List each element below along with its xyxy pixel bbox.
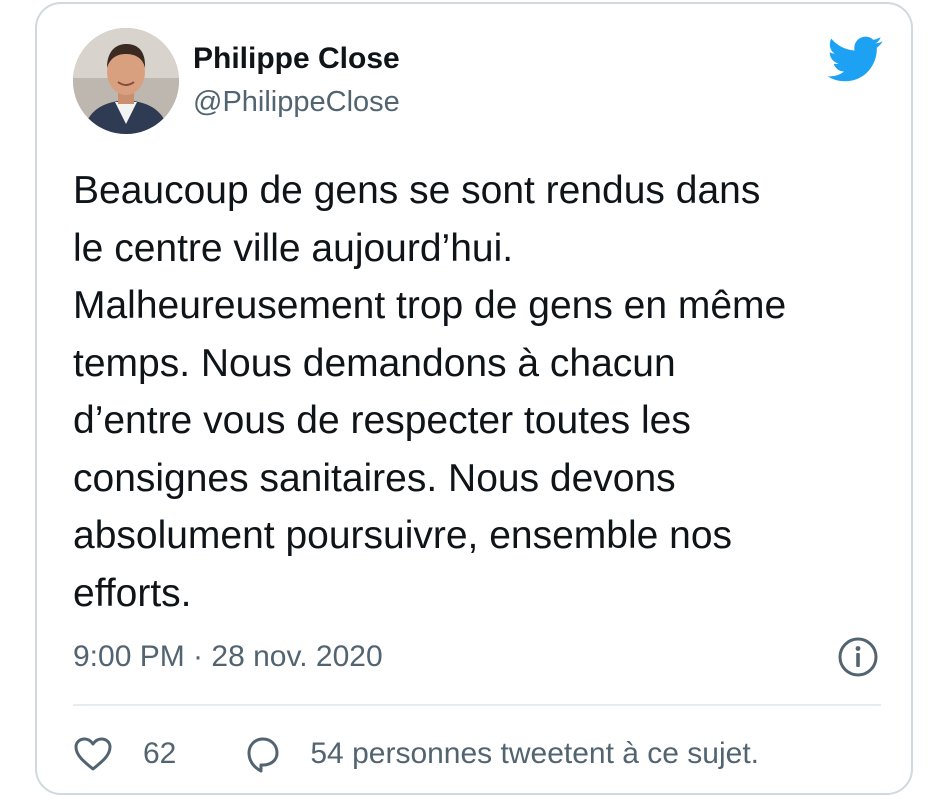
author-name[interactable]: Philippe Close xyxy=(193,42,400,76)
replies-summary: 54 personnes tweetent à ce sujet. xyxy=(310,737,759,770)
tweet-timestamp[interactable]: 9:00 PM · 28 nov. 2020 xyxy=(73,640,383,674)
author-handle[interactable]: @PhilippeClose xyxy=(193,86,400,119)
info-icon[interactable] xyxy=(837,636,879,678)
like-button[interactable]: 62 xyxy=(73,736,176,772)
reply-icon xyxy=(247,737,279,773)
tweet-card: Philippe Close @PhilippeClose Beaucoup d… xyxy=(35,2,913,795)
like-count: 62 xyxy=(143,737,177,770)
heart-icon xyxy=(74,737,112,771)
tweet-text: Beaucoup de gens se sont rendus dans le … xyxy=(73,169,787,615)
author-avatar[interactable] xyxy=(73,28,179,134)
engagement-bar: 62 54 personnes tweetent à ce sujet. xyxy=(73,730,759,778)
divider xyxy=(73,704,881,706)
avatar-photo xyxy=(73,28,179,134)
twitter-bird-icon[interactable] xyxy=(827,36,883,82)
reply-button[interactable]: 54 personnes tweetent à ce sujet. xyxy=(242,734,759,774)
